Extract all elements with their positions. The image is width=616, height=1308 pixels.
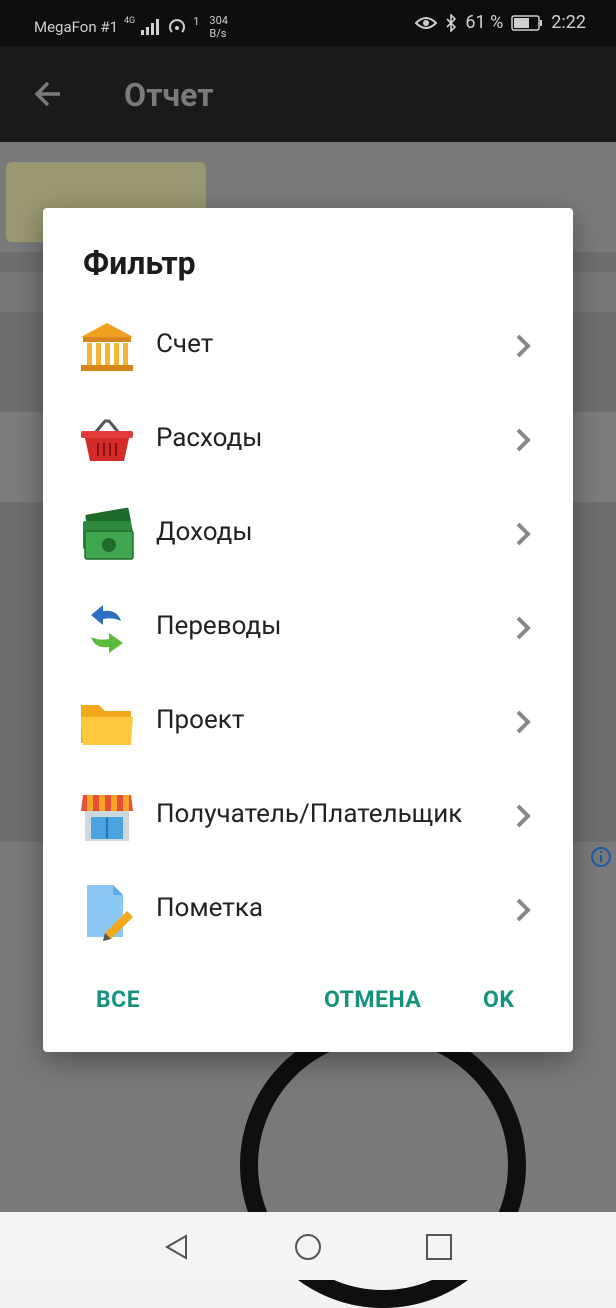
filter-item-income[interactable]: Доходы [43, 487, 573, 581]
transfer-arrows-icon [91, 605, 123, 653]
carrier-name: MegaFon #1 [34, 18, 118, 36]
shop-icon [81, 795, 133, 841]
chevron-right-icon [516, 428, 531, 452]
filter-item-project[interactable]: Проект [43, 675, 573, 769]
chevron-right-icon [516, 710, 531, 734]
net-speed-unit: B/s [209, 27, 227, 40]
eye-icon [415, 16, 438, 29]
filter-item-note[interactable]: Пометка [43, 863, 573, 957]
battery-icon [511, 14, 543, 31]
app-bar: Отчет [0, 46, 616, 142]
info-icon [591, 847, 611, 867]
chevron-right-icon [516, 522, 531, 546]
filter-item-label: Счет [156, 329, 214, 359]
status-left: MegaFon #1 4G 1 304 B/s [34, 14, 228, 40]
basket-icon [81, 419, 133, 461]
signal-icon [141, 19, 160, 35]
filter-item-label: Переводы [156, 611, 282, 641]
net-speed: 304 B/s [209, 14, 228, 40]
nav-back-icon[interactable] [162, 1232, 192, 1262]
filter-item-label: Пометка [156, 893, 264, 923]
dialog-title: Фильтр [83, 244, 196, 282]
filter-item-label: Расходы [156, 423, 263, 453]
nav-home-icon[interactable] [293, 1232, 323, 1262]
filter-item-label: Получатель/Плательщик [156, 799, 463, 829]
clock: 2:22 [551, 12, 586, 33]
battery-percent: 61 % [465, 12, 504, 33]
chevron-right-icon [516, 898, 531, 922]
network-type: 4G [124, 16, 136, 26]
chevron-right-icon [516, 804, 531, 828]
filter-item-label: Доходы [156, 517, 253, 547]
filter-item-transfers[interactable]: Переводы [43, 581, 573, 675]
chevron-right-icon [516, 616, 531, 640]
filter-item-account[interactable]: Счет [43, 299, 573, 393]
note-icon [87, 885, 133, 941]
filter-item-label: Проект [156, 705, 245, 735]
folder-icon [81, 705, 133, 745]
hotspot-icon [169, 19, 186, 33]
ok-button[interactable]: OK [483, 986, 514, 1013]
chevron-right-icon [516, 334, 531, 358]
bank-icon [81, 323, 133, 371]
bluetooth-icon [446, 13, 457, 32]
page-title: Отчет [124, 76, 214, 114]
filter-item-expenses[interactable]: Расходы [43, 393, 573, 487]
status-bar: MegaFon #1 4G 1 304 B/s 61 % 2:22 [0, 0, 616, 46]
hotspot-count: 1 [193, 14, 200, 28]
net-speed-value: 304 [209, 14, 228, 27]
filter-dialog: Фильтр Счет Расходы Доходы Переводы Прое… [43, 208, 573, 1052]
back-arrow-icon[interactable] [30, 76, 66, 112]
all-button[interactable]: ВСЕ [96, 986, 140, 1013]
cancel-button[interactable]: ОТМЕНА [324, 986, 421, 1013]
money-icon [83, 507, 134, 560]
nav-recents-icon[interactable] [424, 1232, 454, 1262]
filter-item-payee[interactable]: Получатель/Плательщик [43, 769, 573, 863]
status-right: 61 % 2:22 [415, 12, 586, 33]
system-nav-bar [0, 1212, 616, 1280]
